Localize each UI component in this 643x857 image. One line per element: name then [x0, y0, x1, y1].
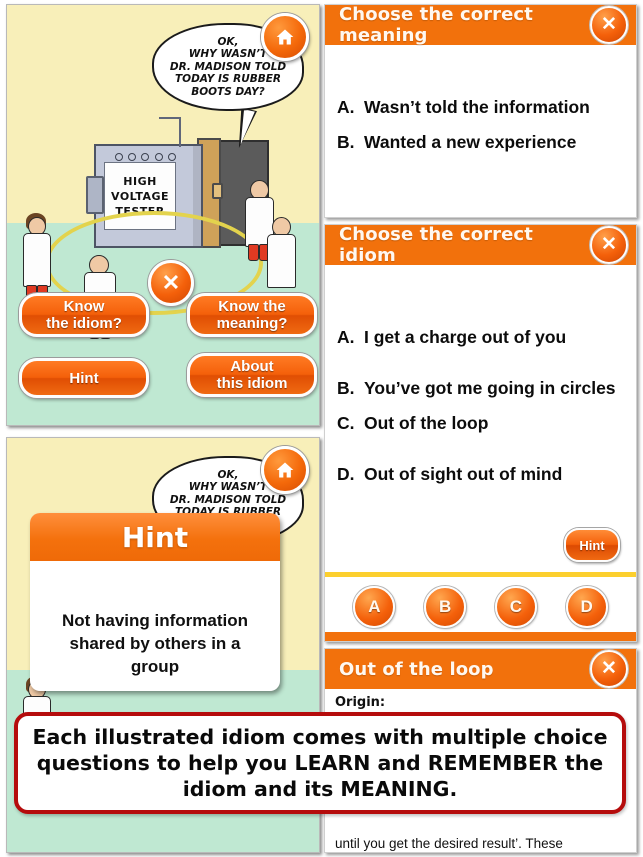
- answer-label: D: [580, 597, 593, 616]
- machine-handle: [86, 176, 104, 214]
- machine-knobs: [114, 153, 176, 161]
- hint-button-idiom[interactable]: Hint: [564, 528, 620, 562]
- illustration-panel-top: OK, WHY WASN’T DR. MADISON TOLD TODAY IS RU…: [6, 4, 320, 426]
- answer-button-row: A B C D: [325, 581, 636, 633]
- choose-meaning-header: Choose the correct meaning ✕: [325, 4, 636, 46]
- screenshot-stage: OK, WHY WASN’T DR. MADISON TOLD TODAY IS RU…: [0, 0, 643, 857]
- callout-banner: Each illustrated idiom comes with multip…: [14, 712, 626, 814]
- origin-label: Origin:: [335, 695, 386, 710]
- close-about-button[interactable]: ✕: [590, 650, 628, 688]
- option-letter: B.: [337, 378, 355, 398]
- option-text: Wasn’t told the information: [364, 97, 590, 117]
- choose-idiom-panel: Choose the correct idiom ✕ A. I get a ch…: [324, 224, 637, 642]
- option-letter: C.: [337, 413, 355, 433]
- option-text: You’ve got me going in circles: [364, 378, 616, 398]
- answer-button-d[interactable]: D: [565, 586, 608, 628]
- choose-idiom-header: Choose the correct idiom ✕: [325, 224, 636, 266]
- option-text: Out of the loop: [364, 413, 489, 433]
- option-text: Wanted a new experience: [364, 132, 577, 152]
- answer-label: C: [509, 597, 523, 616]
- option-text: Out of sight out of mind: [364, 464, 563, 484]
- gold-divider: [325, 572, 636, 577]
- answer-label: B: [438, 597, 452, 616]
- hint-label: Hint: [579, 537, 605, 553]
- option-letter: D.: [337, 464, 355, 484]
- option-row[interactable]: A. I get a charge out of you: [337, 327, 624, 348]
- hint-overlay-title-front: Hint: [30, 513, 280, 561]
- hint-button-scene[interactable]: Hint: [19, 358, 149, 398]
- choose-idiom-title: Choose the correct idiom: [339, 224, 533, 266]
- option-row[interactable]: C. Out of the loop: [337, 413, 624, 434]
- answer-button-c[interactable]: C: [494, 586, 537, 628]
- know-the-idiom-button[interactable]: Know the idiom?: [19, 293, 149, 337]
- bottom-orange-strip: [325, 632, 636, 641]
- choose-meaning-options: A. Wasn’t told the information B. Wanted…: [325, 45, 636, 153]
- know-the-meaning-button[interactable]: Know the meaning?: [187, 293, 317, 337]
- option-letter: A.: [337, 97, 355, 117]
- close-scene-button[interactable]: ✕: [148, 260, 194, 306]
- know-the-meaning-label: Know the meaning?: [216, 298, 288, 332]
- hint-overlay-text-front: Not having information shared by others …: [61, 611, 249, 676]
- home-icon: [276, 462, 294, 478]
- about-idiom-title: Out of the loop: [339, 658, 494, 680]
- answer-label: A: [368, 597, 381, 616]
- know-the-idiom-label: Know the idiom?: [46, 298, 122, 332]
- choose-meaning-panel: Choose the correct meaning ✕ A. Wasn’t t…: [324, 4, 637, 218]
- option-text: I get a charge out of you: [364, 327, 567, 347]
- origin-text-line-2: ‘loops’ refers to processes. When, or if: [325, 852, 636, 853]
- option-row[interactable]: B. Wanted a new experience: [337, 132, 624, 153]
- home-button[interactable]: [261, 13, 309, 61]
- hint-label: Hint: [69, 369, 99, 387]
- door-knob: [212, 183, 223, 199]
- option-row[interactable]: B. You’ve got me going in circles: [337, 378, 624, 399]
- home-icon: [276, 29, 294, 45]
- callout-text: Each illustrated idiom comes with multip…: [32, 725, 608, 801]
- option-letter: B.: [337, 132, 355, 152]
- option-letter: A.: [337, 327, 355, 347]
- home-button-2[interactable]: [261, 446, 309, 494]
- hint-overlay-card-front: Hint Not having information shared by ot…: [30, 513, 280, 691]
- close-meaning-button[interactable]: ✕: [590, 6, 628, 44]
- origin-text-line-1: until you get the desired result’. These: [335, 836, 563, 851]
- option-row[interactable]: A. Wasn’t told the information: [337, 97, 624, 118]
- answer-button-b[interactable]: B: [424, 586, 467, 628]
- close-idiom-button[interactable]: ✕: [590, 226, 628, 264]
- about-this-idiom-button[interactable]: About this idiom: [187, 353, 317, 397]
- about-this-idiom-label: About this idiom: [216, 358, 288, 392]
- machine-pipe: [159, 117, 181, 147]
- answer-button-a[interactable]: A: [353, 586, 396, 628]
- choose-idiom-options: A. I get a charge out of you B. You’ve g…: [325, 265, 636, 485]
- about-idiom-header: Out of the loop ✕: [325, 649, 636, 689]
- choose-meaning-title: Choose the correct meaning: [339, 4, 533, 46]
- option-row[interactable]: D. Out of sight out of mind: [337, 464, 624, 485]
